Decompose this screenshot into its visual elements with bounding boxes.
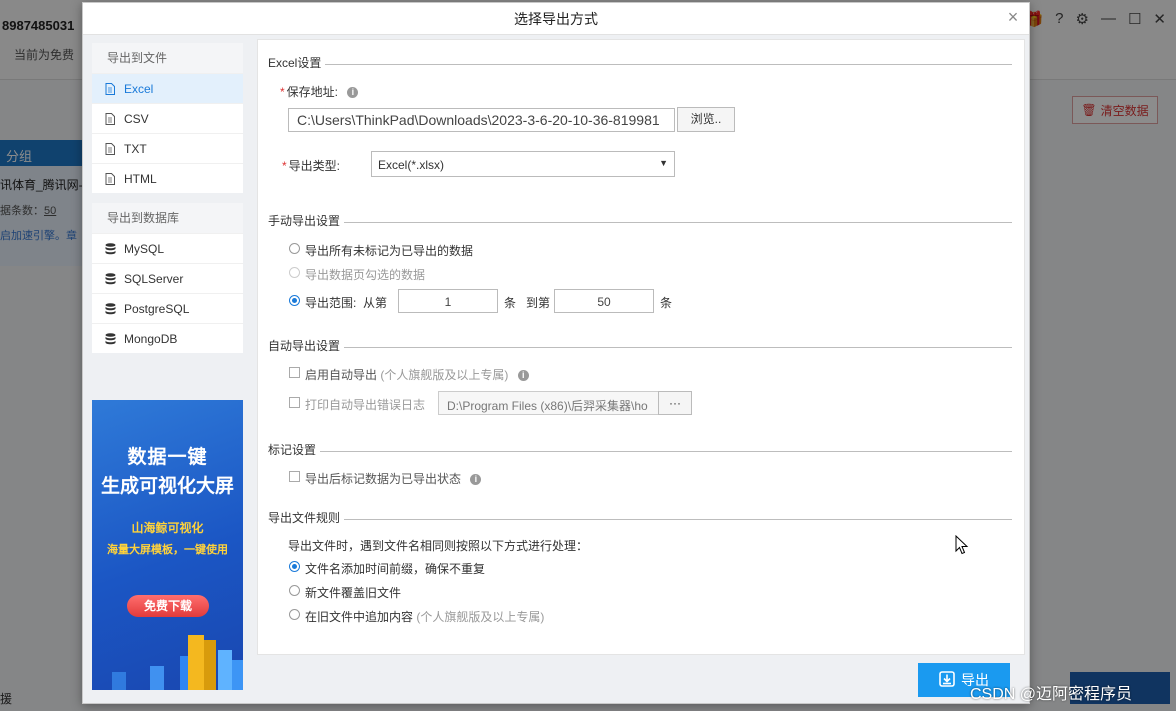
nav-item-postgresql[interactable]: PostgreSQL (92, 293, 243, 323)
radio-export-unmarked-label: 导出所有未标记为已导出的数据 (305, 244, 474, 258)
nav-item-excel[interactable]: Excel (92, 73, 243, 103)
radio-export-unmarked[interactable] (289, 243, 300, 254)
radio-export-selected[interactable] (289, 267, 300, 278)
mark-settings-section: 标记设置 (268, 443, 1012, 457)
radio-append-label: 在旧文件中追加内容 (个人旗舰版及以上专属) (305, 610, 545, 624)
excel-settings-section: Excel设置 (268, 56, 1012, 70)
nav-item-mysql[interactable]: MySQL (92, 233, 243, 263)
radio-export-range[interactable] (289, 295, 300, 306)
mark-exported-label: 导出后标记数据为已导出状态 i (305, 470, 482, 487)
file-export-group: 导出到文件 Excel CSV TXT HTML (92, 43, 243, 193)
info-icon[interactable]: i (517, 370, 529, 382)
print-error-log-label: 打印自动导出错误日志 (305, 398, 426, 412)
ad-slogan: 海量大屏模板，一键使用 (107, 544, 228, 556)
ad-headline-1: 数据一键 (127, 447, 208, 468)
enable-auto-export-checkbox[interactable] (289, 367, 300, 378)
file-group-header: 导出到文件 (92, 43, 243, 73)
section-title: 手动导出设置 (268, 214, 345, 228)
range-to-input[interactable]: 50 (554, 289, 654, 313)
section-title: 标记设置 (268, 443, 321, 457)
file-rules-section: 导出文件规则 (268, 511, 1012, 525)
mouse-cursor-icon (955, 535, 969, 555)
nav-item-csv[interactable]: CSV (92, 103, 243, 133)
section-title: Excel设置 (268, 56, 326, 70)
ad-headline-2: 生成可视化大屏 (100, 476, 234, 497)
ad-brand: 山海鲸可视化 (131, 521, 204, 535)
database-icon (104, 242, 116, 255)
range-unit-label-2: 条 (660, 296, 673, 310)
radio-append[interactable] (289, 609, 300, 620)
mark-exported-checkbox[interactable] (289, 471, 300, 482)
info-icon[interactable]: i (347, 87, 359, 99)
close-icon[interactable]: × (1003, 3, 1023, 33)
radio-export-selected-label: 导出数据页勾选的数据 (305, 268, 426, 282)
file-icon (104, 82, 116, 95)
section-title: 自动导出设置 (268, 339, 345, 353)
file-icon (104, 172, 116, 185)
nav-item-txt[interactable]: TXT (92, 133, 243, 163)
auto-export-section: 自动导出设置 (268, 339, 1012, 353)
watermark-text: CSDN @迈阿密程序员 (970, 686, 1133, 703)
excel-settings-panel: Excel设置 * 保存地址: i C:\Users\ThinkPad\Downl… (257, 39, 1025, 655)
manual-export-section: 手动导出设置 (268, 214, 1012, 228)
database-icon (104, 272, 116, 285)
export-icon (939, 670, 955, 690)
radio-overwrite-label: 新文件覆盖旧文件 (305, 586, 402, 600)
nav-item-sqlserver[interactable]: SQLServer (92, 263, 243, 293)
db-export-group: 导出到数据库 MySQL SQLServer PostgreSQL MongoD… (92, 203, 243, 353)
radio-overwrite[interactable] (289, 585, 300, 596)
dialog-title: 选择导出方式 (514, 11, 598, 27)
export-type-label: * 导出类型: (282, 159, 341, 173)
save-path-input[interactable]: C:\Users\ThinkPad\Downloads\2023-3-6-20-… (288, 108, 675, 132)
ad-banner[interactable]: 数据一键 生成可视化大屏 山海鲸可视化 海量大屏模板，一键使用 免费下载 (92, 400, 243, 690)
enable-auto-export-label: 启用自动导出 (个人旗舰版及以上专属) i (305, 366, 529, 383)
nav-item-html[interactable]: HTML (92, 163, 243, 193)
database-icon (104, 302, 116, 315)
export-type-nav: 导出到文件 Excel CSV TXT HTML 导出到数据库 MySQL SQ… (92, 43, 243, 363)
export-type-select[interactable]: Excel(*.xlsx) ▼ (371, 151, 675, 177)
export-dialog: 选择导出方式 × 导出到文件 Excel CSV TXT HTML 导出到数据库… (82, 2, 1030, 704)
dropdown-arrow-icon: ▼ (659, 158, 668, 168)
error-log-browse-button[interactable]: ··· (658, 391, 692, 415)
ad-download-button[interactable]: 免费下载 (127, 595, 209, 617)
file-rules-description: 导出文件时，遇到文件名相同则按照以下方式进行处理： (288, 539, 589, 553)
radio-export-range-label: 导出范围: 从第 (305, 296, 388, 310)
error-log-path-input[interactable]: D:\Program Files (x86)\后羿采集器\ho (438, 391, 660, 415)
radio-add-timestamp-label: 文件名添加时间前缀，确保不重复 (305, 562, 486, 576)
nav-item-mongodb[interactable]: MongoDB (92, 323, 243, 353)
print-error-log-checkbox[interactable] (289, 397, 300, 408)
file-icon (104, 142, 116, 155)
dialog-title-bar: 选择导出方式 × (83, 3, 1029, 35)
info-icon[interactable]: i (470, 474, 482, 486)
save-path-label: * 保存地址: i (280, 83, 359, 100)
range-unit-label: 条 到第 (504, 296, 551, 310)
radio-add-timestamp[interactable] (289, 561, 300, 572)
section-title: 导出文件规则 (268, 511, 345, 525)
file-icon (104, 112, 116, 125)
ad-bar-graphic-icon (112, 635, 243, 690)
db-group-header: 导出到数据库 (92, 203, 243, 233)
database-icon (104, 332, 116, 345)
range-from-input[interactable]: 1 (398, 289, 498, 313)
browse-button[interactable]: 浏览.. (677, 107, 735, 132)
